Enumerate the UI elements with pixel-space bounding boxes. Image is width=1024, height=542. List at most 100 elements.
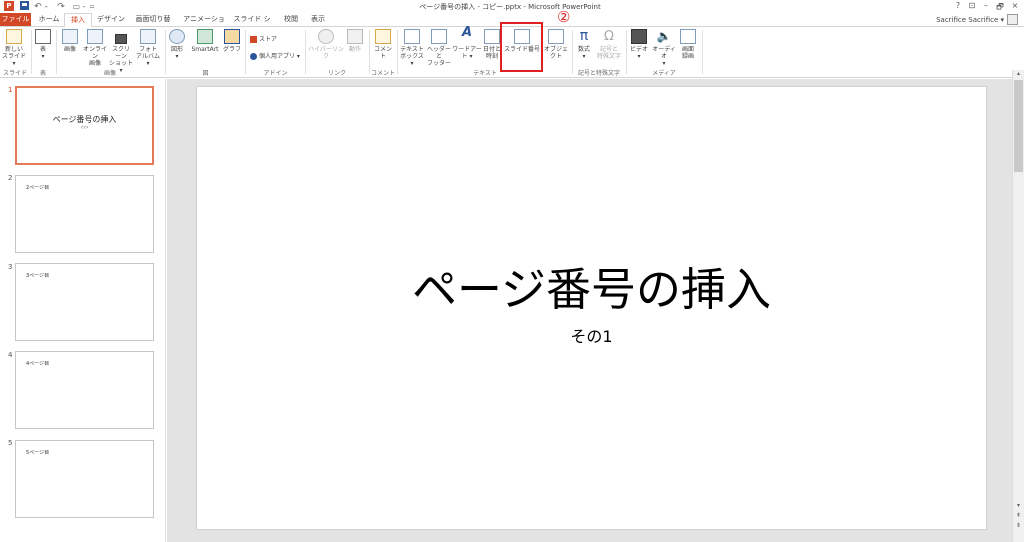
store-button[interactable]: ストア xyxy=(250,34,277,43)
textbox-button[interactable]: テキスト ボックス ▾ xyxy=(400,29,424,67)
image-button[interactable]: 画像 xyxy=(60,29,80,53)
redo-icon[interactable]: ↷ xyxy=(56,1,66,12)
header-footer-label-2: フッター xyxy=(426,60,451,67)
current-slide[interactable]: ページ番号の挿入 その1 xyxy=(196,86,987,530)
wordart-label: ワードアート ▾ xyxy=(452,46,482,60)
slide-title[interactable]: ページ番号の挿入 xyxy=(197,253,986,318)
equation-arrow: ▾ xyxy=(582,53,586,60)
hyperlink-button[interactable]: ハイパーリンク xyxy=(308,29,344,60)
slide-thumbnail-1[interactable]: ページ番号の挿入 その1 xyxy=(15,86,154,165)
online-image-label-2: 画像 xyxy=(88,60,101,67)
start-from-beginning-icon[interactable]: ▭ - xyxy=(72,1,86,12)
group-links-label: リンク xyxy=(327,70,346,77)
shapes-arrow: ▾ xyxy=(175,53,179,60)
object-button[interactable]: オブジェクト xyxy=(542,29,570,60)
header-footer-label-1: ヘッダーと xyxy=(426,46,451,60)
symbol-button[interactable]: Ω 記号と 特殊文字 xyxy=(596,29,622,60)
header-footer-icon xyxy=(431,29,447,44)
avatar[interactable] xyxy=(1007,14,1018,25)
slide-number-4: 4 xyxy=(8,351,13,359)
textbox-label-1: テキスト xyxy=(400,46,424,53)
new-slide-button[interactable]: 新しい スライド ▾ xyxy=(2,29,26,67)
audio-button[interactable]: 🔈 オーディオ ▾ xyxy=(651,29,677,67)
smartart-icon xyxy=(197,29,213,44)
calendar-icon xyxy=(484,29,500,44)
tab-review[interactable]: 校閲 xyxy=(280,13,302,27)
help-icon[interactable]: ? xyxy=(952,1,964,12)
scroll-up-icon[interactable]: ▴ xyxy=(1013,70,1024,78)
tab-slideshow[interactable]: スライド ショー xyxy=(231,13,273,36)
date-time-label-1: 日付と xyxy=(483,46,502,53)
table-button[interactable]: 表 ▾ xyxy=(35,29,51,60)
screen-record-button[interactable]: 画面 録画 xyxy=(679,29,697,60)
scrollbar-thumb[interactable] xyxy=(1014,80,1023,172)
ribbon-separator xyxy=(305,30,306,74)
online-image-icon xyxy=(87,29,103,44)
tab-transitions[interactable]: 画面切り替え xyxy=(133,13,173,36)
slide-editing-area: ページ番号の挿入 その1 xyxy=(167,79,1012,542)
tab-insert[interactable]: 挿入 xyxy=(64,13,92,27)
online-image-button[interactable]: オンライン 画像 xyxy=(82,29,108,67)
slide-subtitle[interactable]: その1 xyxy=(197,323,986,347)
ribbon-separator xyxy=(572,30,573,74)
date-time-label-2: 時刻 xyxy=(485,53,498,60)
vertical-scrollbar[interactable]: ▴ ▾ ⇞ ⇟ xyxy=(1012,70,1024,542)
my-apps-button[interactable]: 個人用アプリ ▾ xyxy=(250,51,300,60)
equation-button[interactable]: π 数式 ▾ xyxy=(575,29,593,60)
slide-thumbnail-3[interactable]: 3ページ目 xyxy=(15,263,154,341)
screenshot-icon xyxy=(115,34,127,44)
smartart-button[interactable]: SmartArt xyxy=(189,29,221,53)
tab-home[interactable]: ホーム xyxy=(36,13,62,27)
comment-icon xyxy=(375,29,391,44)
symbol-label-2: 特殊文字 xyxy=(596,53,621,60)
object-label: オブジェクト xyxy=(543,46,568,60)
photo-album-label-2: アルバム ▾ xyxy=(136,53,160,67)
window-title: ページ番号の挿入 - コピー.pptx - Microsoft PowerPoi… xyxy=(419,3,601,11)
comment-button[interactable]: コメント xyxy=(372,29,394,60)
date-time-button[interactable]: 日付と 時刻 xyxy=(483,29,501,60)
undo-icon[interactable]: ↶ - xyxy=(34,1,48,12)
scroll-down-icon[interactable]: ▾ xyxy=(1013,502,1024,510)
group-text-label: テキスト xyxy=(473,70,497,77)
tab-animations[interactable]: アニメーション xyxy=(183,13,225,36)
minimize-icon[interactable]: – xyxy=(980,1,992,12)
photo-album-icon xyxy=(140,29,156,44)
equation-label: 数式 xyxy=(577,46,590,53)
restore-icon[interactable]: 🗗 xyxy=(994,1,1006,12)
save-icon[interactable] xyxy=(20,1,29,10)
action-button[interactable]: 動作 xyxy=(346,29,364,53)
hyperlink-label: ハイパーリンク xyxy=(308,46,344,60)
ribbon-separator xyxy=(626,30,627,74)
slide-thumbnail-4[interactable]: 4ページ目 xyxy=(15,351,154,429)
close-icon[interactable]: × xyxy=(1009,1,1021,12)
photo-album-button[interactable]: フォト アルバム ▾ xyxy=(135,29,161,67)
tab-view[interactable]: 表示 xyxy=(307,13,329,27)
image-label: 画像 xyxy=(63,46,76,53)
ribbon-display-icon[interactable]: ⊡ xyxy=(966,1,978,12)
slide-thumbnail-2[interactable]: 2ページ目 xyxy=(15,175,154,253)
tab-file[interactable]: ファイル xyxy=(0,13,31,27)
ribbon-separator xyxy=(165,30,166,74)
audio-arrow: ▾ xyxy=(662,60,666,67)
thumbnail-title: ページ番号の挿入 xyxy=(52,115,117,124)
slide-thumbnail-5[interactable]: 5ページ目 xyxy=(15,440,154,518)
symbol-label-1: 記号と xyxy=(599,46,618,53)
customize-quick-access-icon[interactable]: = xyxy=(88,1,96,12)
wordart-button[interactable]: A ワードアート ▾ xyxy=(452,26,482,60)
video-button[interactable]: ビデオ ▾ xyxy=(629,29,649,60)
textbox-icon xyxy=(404,29,420,44)
group-slides-label: スライド xyxy=(2,70,27,77)
thumbnail-text: 4ページ目 xyxy=(26,361,50,367)
slide-number-3: 3 xyxy=(8,263,13,271)
powerpoint-logo-icon: P xyxy=(4,1,14,11)
slide-number-2: 2 xyxy=(8,174,13,182)
shapes-button[interactable]: 図形 ▾ xyxy=(168,29,186,60)
previous-slide-icon[interactable]: ⇞ xyxy=(1013,512,1024,520)
chart-button[interactable]: グラフ xyxy=(223,29,241,53)
header-footer-button[interactable]: ヘッダーと フッター xyxy=(426,29,452,67)
next-slide-icon[interactable]: ⇟ xyxy=(1013,522,1024,530)
user-name[interactable]: Sacrifice Sacrifice ▾ xyxy=(936,16,1004,24)
smartart-label: SmartArt xyxy=(191,46,219,53)
tab-design[interactable]: デザイン xyxy=(95,13,127,27)
slide-thumbnail-panel: 1 ページ番号の挿入 その1 2 2ページ目 3 3ページ目 4 4ページ目 5… xyxy=(0,79,166,542)
